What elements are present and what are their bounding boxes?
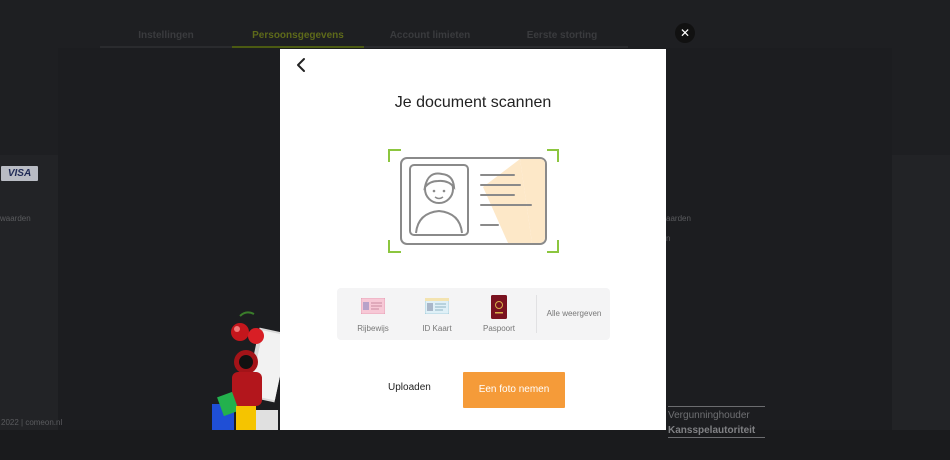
show-all-label: Alle weergeven <box>546 309 602 318</box>
step-persoonsgegevens: Persoonsgegevens <box>232 28 364 48</box>
step-eerste-storting: Eerste storting <box>496 28 628 48</box>
id-card-icon <box>425 298 449 314</box>
id-scan-illustration <box>388 149 559 253</box>
document-option-id-kaart[interactable]: ID Kaart <box>411 288 463 340</box>
document-label-id-kaart: ID Kaart <box>422 324 452 333</box>
casino-artwork <box>212 311 284 430</box>
document-type-selector: Rijbewijs ID Kaart Paspoort Alle weergev… <box>337 288 610 340</box>
document-divider <box>536 295 537 333</box>
document-label-paspoort: Paspoort <box>482 324 516 333</box>
take-photo-button[interactable]: Een foto nemen <box>463 372 565 408</box>
back-arrow-icon[interactable] <box>292 55 312 75</box>
visa-logo: VISA <box>1 166 38 181</box>
scan-document-modal: Je document scannen Rijbewijs ID Kaart P… <box>280 49 666 430</box>
background-text-right: aarden <box>666 214 691 223</box>
modal-title: Je document scannen <box>394 94 552 111</box>
document-label-rijbewijs: Rijbewijs <box>357 324 389 333</box>
background-text-left: waarden <box>0 214 31 223</box>
drivers-license-icon <box>361 298 385 314</box>
license-line-1: Vergunninghouder <box>668 410 750 421</box>
show-all-documents-link[interactable]: Alle weergeven <box>541 288 607 340</box>
background-bottom <box>0 430 950 460</box>
step-instellingen: Instellingen <box>100 28 232 48</box>
background-text-right-2: n <box>666 234 671 243</box>
close-button[interactable]: ✕ <box>675 23 695 43</box>
step-account-limieten: Account limieten <box>364 28 496 48</box>
footer-copyright: 2022 | comeon.nl <box>1 418 63 427</box>
upload-button[interactable]: Uploaden <box>388 382 431 393</box>
document-option-paspoort[interactable]: Paspoort <box>473 288 525 340</box>
license-line-2: Kansspelautoriteit <box>668 425 756 436</box>
passport-icon <box>491 295 507 319</box>
registration-steps: Instellingen Persoonsgegevens Account li… <box>100 28 660 48</box>
document-option-rijbewijs[interactable]: Rijbewijs <box>347 288 399 340</box>
ksa-license-badge: Vergunninghouder Kansspelautoriteit <box>668 406 765 438</box>
